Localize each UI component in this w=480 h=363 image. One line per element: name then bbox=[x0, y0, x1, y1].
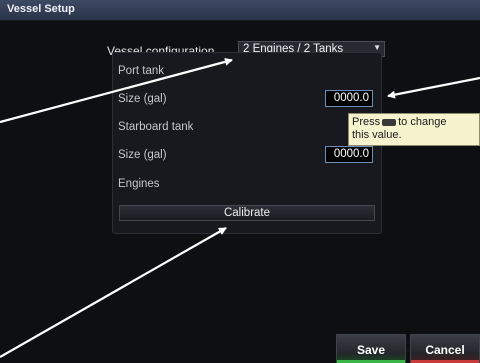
arrow-to-configuration bbox=[0, 57, 233, 124]
arrow-to-size-field bbox=[387, 76, 480, 99]
arrow-to-calibrate bbox=[0, 227, 227, 358]
vessel-setup-window: Vessel Setup Vessel configuration 2 Engi… bbox=[0, 0, 480, 363]
annotation-arrows bbox=[0, 57, 480, 358]
